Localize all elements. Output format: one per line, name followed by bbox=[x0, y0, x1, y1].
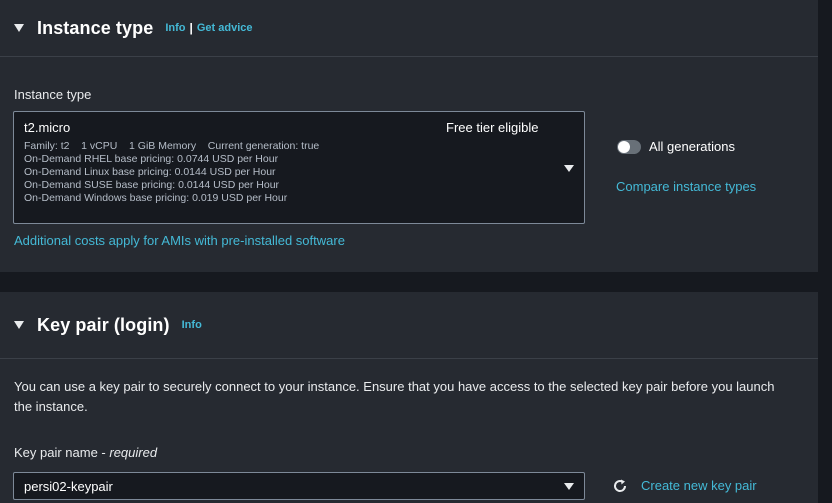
get-advice-link[interactable]: Get advice bbox=[197, 22, 253, 34]
detail-line: On-Demand Linux base pricing: 0.0144 USD… bbox=[24, 166, 276, 178]
collapse-caret-icon[interactable] bbox=[14, 24, 24, 32]
instance-type-details: Family: t2 1 vCPU 1 GiB Memory Current g… bbox=[24, 140, 319, 205]
create-new-key-pair-link[interactable]: Create new key pair bbox=[641, 478, 757, 493]
panel-title: Instance type bbox=[37, 17, 154, 38]
panel-title: Key pair (login) bbox=[37, 314, 170, 335]
key-pair-description: You can use a key pair to securely conne… bbox=[14, 379, 775, 414]
link-separator: | bbox=[189, 21, 193, 35]
key-pair-label-text: Key pair name - bbox=[14, 445, 110, 460]
detail-line: On-Demand SUSE base pricing: 0.0144 USD … bbox=[24, 179, 280, 191]
info-link[interactable]: Info bbox=[182, 319, 202, 331]
refresh-icon[interactable] bbox=[612, 478, 628, 494]
dropdown-caret-icon bbox=[564, 483, 574, 490]
collapse-caret-icon[interactable] bbox=[14, 321, 24, 329]
info-link[interactable]: Info bbox=[165, 22, 185, 34]
free-tier-badge: Free tier eligible bbox=[446, 120, 539, 135]
instance-type-label: Instance type bbox=[14, 87, 92, 102]
additional-costs-link[interactable]: Additional costs apply for AMIs with pre… bbox=[14, 233, 345, 248]
detail-line: Family: t2 1 vCPU 1 GiB Memory Current g… bbox=[24, 140, 320, 152]
required-marker: required bbox=[109, 445, 158, 460]
instance-type-name: t2.micro bbox=[24, 120, 71, 135]
toggle-knob bbox=[618, 141, 630, 153]
key-pair-value: persi02-keypair bbox=[24, 479, 113, 494]
instance-type-header: Instance type Info | Get advice bbox=[0, 0, 818, 57]
key-pair-header: Key pair (login) Info bbox=[0, 292, 818, 359]
key-pair-select[interactable]: persi02-keypair bbox=[13, 472, 585, 500]
key-pair-name-label: Key pair name - required bbox=[14, 445, 157, 460]
all-generations-label: All generations bbox=[649, 139, 735, 154]
dropdown-caret-icon bbox=[564, 165, 574, 172]
all-generations-toggle[interactable] bbox=[617, 140, 641, 154]
instance-type-select[interactable]: t2.micro Free tier eligible Family: t2 1… bbox=[13, 111, 585, 224]
compare-instance-types-link[interactable]: Compare instance types bbox=[616, 179, 756, 194]
detail-line: On-Demand RHEL base pricing: 0.0744 USD … bbox=[24, 153, 279, 165]
detail-line: On-Demand Windows base pricing: 0.019 US… bbox=[24, 192, 288, 204]
